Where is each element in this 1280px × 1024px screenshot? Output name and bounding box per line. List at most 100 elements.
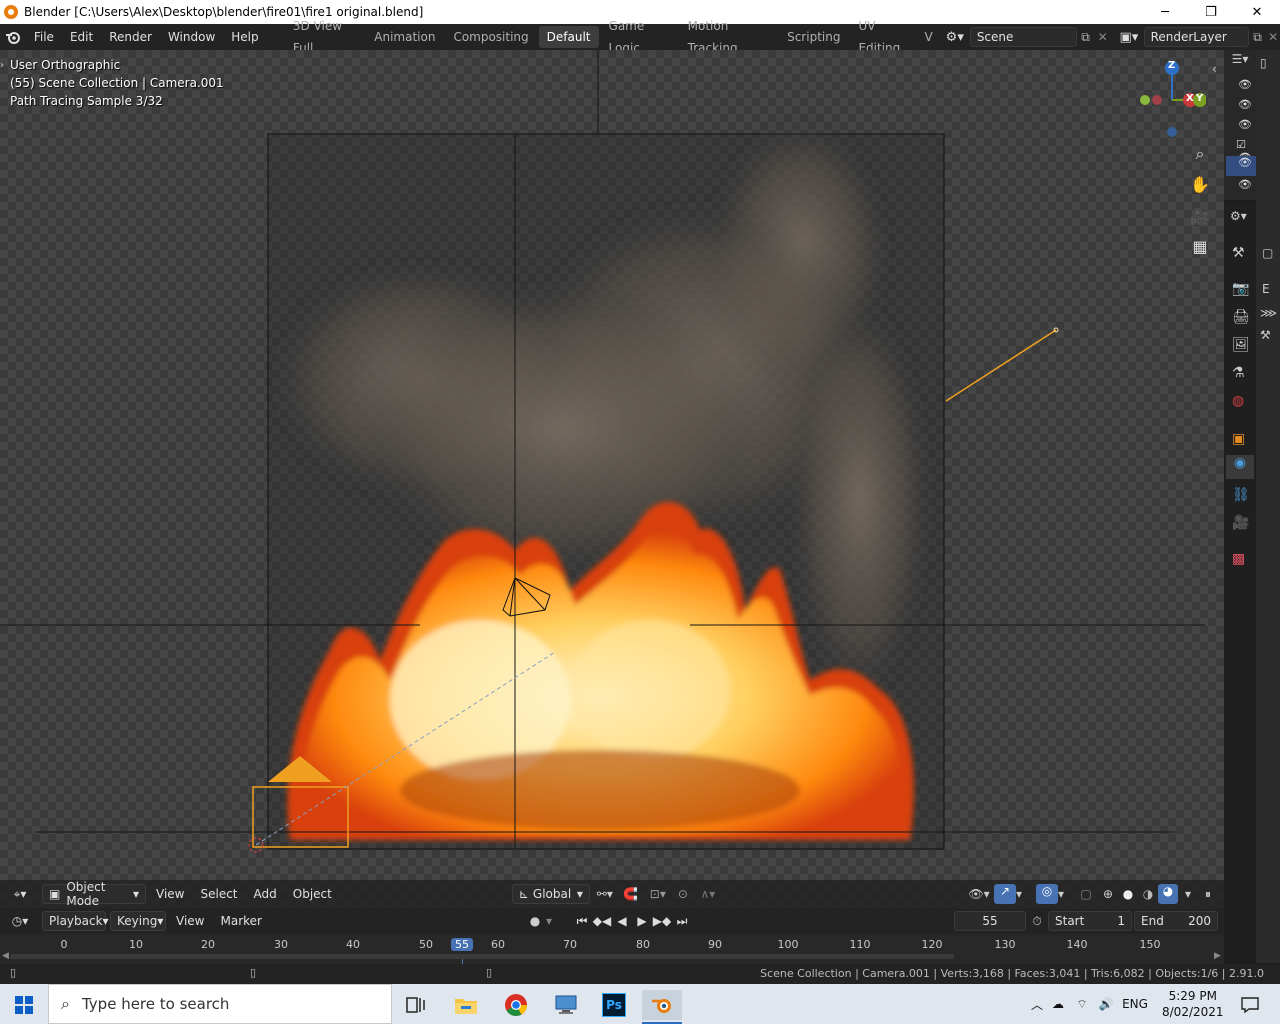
blender-menu-icon[interactable] — [0, 24, 26, 50]
camera-view-icon[interactable]: 🎥 — [1188, 204, 1212, 228]
outliner-visibility-eye-icon-3[interactable]: 👁 — [1224, 118, 1256, 131]
properties-tool-icon[interactable]: ⚒ — [1260, 328, 1271, 342]
menu-view[interactable]: View — [148, 883, 192, 905]
outliner-display-mode-icon[interactable]: ☰▾ — [1224, 52, 1256, 72]
timeline-scrollbar[interactable] — [10, 954, 954, 959]
render-layer-field[interactable]: RenderLayer — [1143, 27, 1249, 47]
overlays-dropdown-icon[interactable]: ▾ — [1058, 887, 1074, 901]
current-frame-field[interactable]: 55 — [954, 911, 1026, 931]
data-tab-icon[interactable]: 🎥 — [1232, 515, 1249, 531]
properties-pin-icon[interactable]: ▯ — [1260, 56, 1267, 70]
file-explorer-icon[interactable] — [446, 990, 486, 1020]
tool-tab-icon[interactable]: ⚒ — [1232, 245, 1245, 261]
menu-render[interactable]: Render — [101, 24, 160, 50]
new-view-layer-icon[interactable]: ⧉ — [1249, 30, 1266, 45]
overlays-toggle-icon[interactable]: ◎ — [1036, 884, 1058, 904]
xray-toggle-icon[interactable]: ▢ — [1074, 887, 1098, 901]
object-tab-icon[interactable]: ▣ — [1232, 431, 1245, 447]
shading-material-icon[interactable]: ◑ — [1138, 887, 1158, 901]
new-scene-icon[interactable]: ⧉ — [1077, 30, 1094, 45]
remote-desktop-icon[interactable] — [546, 990, 586, 1020]
maximize-button[interactable]: ❐ — [1188, 0, 1234, 24]
menu-window[interactable]: Window — [160, 24, 223, 50]
jump-start-icon[interactable]: ⏮ — [572, 914, 592, 929]
playback-dropdown[interactable]: Playback ▾ — [42, 911, 109, 931]
editor-type-icon[interactable]: ⌖▾ — [0, 887, 40, 902]
shading-wireframe-icon[interactable]: ⊕ — [1098, 887, 1118, 901]
minimize-button[interactable]: ─ — [1142, 0, 1188, 24]
preview-range-icon[interactable]: ⏱ — [1026, 914, 1048, 929]
scene-name-field[interactable]: Scene — [969, 27, 1077, 47]
visibility-icon[interactable]: 👁▾ — [964, 887, 994, 901]
keying-set-icon[interactable]: ▾ — [546, 914, 562, 928]
pause-render-icon[interactable]: ⏸ — [1198, 887, 1218, 902]
onedrive-icon[interactable]: ☁ — [1046, 997, 1070, 1011]
transform-orientation-dropdown[interactable]: ⊾ Global ▾ — [511, 884, 590, 904]
scroll-left-icon[interactable]: ◀ — [2, 951, 9, 961]
snap-icon[interactable]: 🧲 — [618, 887, 644, 901]
shading-solid-icon[interactable]: ● — [1118, 887, 1138, 901]
chrome-icon[interactable] — [496, 990, 536, 1020]
menu-select[interactable]: Select — [192, 883, 245, 905]
menu-file[interactable]: File — [26, 24, 62, 50]
falloff-icon[interactable]: ∧▾ — [694, 887, 722, 901]
windows-start-icon[interactable] — [4, 990, 44, 1020]
task-view-icon[interactable] — [396, 990, 436, 1020]
timeline-ruler[interactable]: 0 10 20 30 40 50 55 60 70 80 90 100 110 … — [0, 934, 1224, 964]
render-tab-icon[interactable]: 📷 — [1232, 281, 1249, 297]
play-icon[interactable]: ▶ — [632, 914, 652, 928]
menu-add[interactable]: Add — [246, 883, 285, 905]
sidebar-expand-icon[interactable]: ‹ — [1212, 62, 1217, 76]
toolbar-expand-icon[interactable]: › — [0, 60, 4, 71]
end-frame-field[interactable]: End 200 — [1134, 911, 1218, 931]
view-layer-selector-icon[interactable]: ▣▾ — [1119, 30, 1143, 45]
language-indicator[interactable]: ENG — [1118, 997, 1152, 1011]
notifications-icon[interactable] — [1230, 990, 1270, 1020]
ortho-grid-icon[interactable]: ▦ — [1188, 234, 1212, 258]
tab-compositing[interactable]: Compositing — [445, 26, 536, 48]
output-tab-icon[interactable]: 🖨 — [1232, 309, 1250, 325]
texture-tab-icon[interactable]: ▩ — [1232, 551, 1245, 567]
physics-tab-icon[interactable]: ◉ — [1226, 455, 1254, 479]
tab-animation[interactable]: Animation — [366, 26, 443, 48]
navigation-gizmo[interactable]: Z X Y — [1136, 58, 1207, 138]
pan-hand-icon[interactable]: ✋ — [1188, 172, 1212, 196]
pivot-point-icon[interactable]: ⚯▾ — [592, 887, 618, 901]
scene-tab-icon[interactable]: ⚗ — [1232, 365, 1245, 381]
proportional-edit-icon[interactable]: ⊙ — [672, 887, 694, 901]
shading-rendered-icon[interactable]: ◕ — [1158, 884, 1178, 904]
timeline-editor-type-icon[interactable]: ◷▾ — [0, 914, 40, 928]
timeline-menu-view[interactable]: View — [168, 910, 212, 932]
world-tab-icon[interactable]: ◍ — [1232, 393, 1244, 409]
network-icon[interactable]: ⌔ — [1070, 997, 1094, 1012]
taskbar-search-box[interactable]: ⌕ Type here to search — [48, 984, 392, 1024]
tab-overflow[interactable]: V — [922, 26, 934, 48]
auto-keying-icon[interactable]: ● — [524, 914, 546, 928]
light-direction-line[interactable] — [945, 329, 1057, 402]
properties-search-icon[interactable]: ▢ — [1262, 246, 1273, 260]
close-button[interactable]: ✕ — [1234, 0, 1280, 24]
scene-selector-icon[interactable]: ⚙▾ — [946, 30, 970, 45]
menu-object[interactable]: Object — [285, 883, 340, 905]
timeline-menu-marker[interactable]: Marker — [212, 910, 269, 932]
photoshop-icon[interactable]: Ps — [594, 990, 634, 1020]
gizmo-toggle-icon[interactable]: ↗ — [994, 884, 1016, 904]
play-reverse-icon[interactable]: ◀ — [612, 914, 632, 928]
start-frame-field[interactable]: Start 1 — [1048, 911, 1132, 931]
clock[interactable]: 5:29 PM 8/02/2021 — [1162, 984, 1224, 1024]
scroll-right-icon[interactable]: ▶ — [1214, 951, 1221, 961]
blender-taskbar-icon[interactable] — [642, 990, 682, 1020]
menu-edit[interactable]: Edit — [62, 24, 101, 50]
tray-chevron-icon[interactable]: ︿ — [1028, 996, 1046, 1013]
properties-collapse-icon[interactable]: ⋙ — [1260, 306, 1277, 320]
object-mode-dropdown[interactable]: ▣ Object Mode ▾ — [42, 880, 146, 908]
outliner-visibility-eye-icon-5[interactable]: 👁 — [1226, 156, 1256, 176]
jump-end-icon[interactable]: ⏭ — [672, 914, 692, 929]
snap-target-icon[interactable]: ⊡▾ — [644, 887, 672, 901]
gizmo-dropdown-icon[interactable]: ▾ — [1016, 887, 1030, 901]
tab-default[interactable]: Default — [538, 26, 599, 48]
outliner-visibility-eye-icon-6[interactable]: 👁 — [1224, 178, 1256, 191]
jump-next-keyframe-icon[interactable]: ▶◆ — [652, 914, 672, 928]
volume-icon[interactable]: 🔊 — [1094, 997, 1118, 1011]
constraints-tab-icon[interactable]: ⛓ — [1232, 487, 1250, 503]
